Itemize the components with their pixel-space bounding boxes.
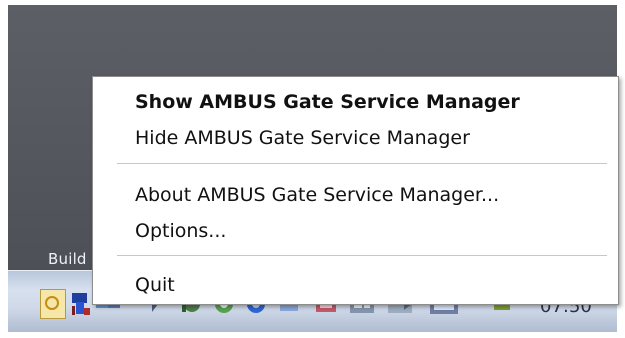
show-menu-item[interactable]: Show AMBUS Gate Service Manager [135, 91, 520, 113]
about-menu-item[interactable]: About AMBUS Gate Service Manager... [135, 184, 499, 206]
menu-separator [117, 255, 607, 256]
taskbar-bottom-edge [8, 332, 617, 338]
menu-separator [117, 163, 607, 164]
network-tray-icon[interactable] [72, 293, 90, 315]
desktop-icon-label[interactable]: Build [48, 250, 87, 268]
screen: Build 07:50 Show AMBUS Gate Service Mana… [0, 0, 625, 338]
context-menu: Show AMBUS Gate Service Manager Hide AMB… [92, 76, 619, 305]
clock-tray-icon[interactable] [40, 289, 66, 319]
quit-menu-item[interactable]: Quit [135, 274, 175, 296]
options-menu-item[interactable]: Options... [135, 220, 226, 242]
hide-menu-item[interactable]: Hide AMBUS Gate Service Manager [135, 127, 470, 149]
